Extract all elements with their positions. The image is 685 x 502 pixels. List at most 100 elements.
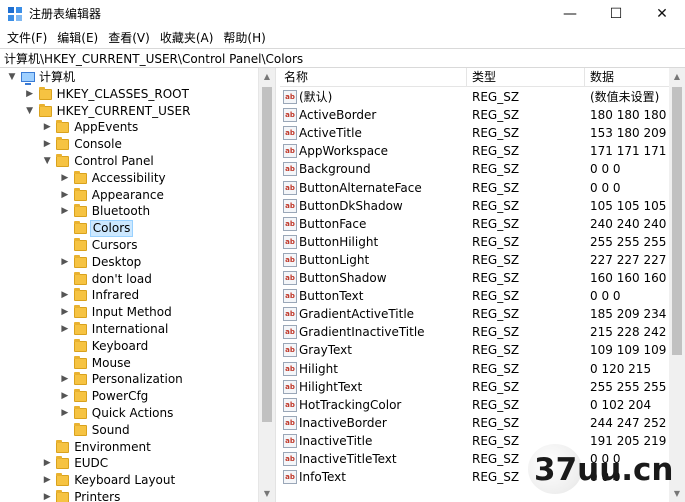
chevron-down-icon[interactable]: ▼ [24, 103, 36, 120]
chevron-down-icon[interactable]: ▼ [6, 69, 18, 86]
tree-item[interactable]: ▶ AppEvents [0, 119, 258, 136]
chevron-right-icon[interactable]: ▶ [59, 203, 71, 220]
value-row[interactable]: ab ButtonFace REG_SZ 240 240 240 [280, 215, 669, 233]
chevron-right-icon[interactable]: ▶ [59, 321, 71, 338]
value-row[interactable]: ab ButtonDkShadow REG_SZ 105 105 105 [280, 197, 669, 215]
value-row[interactable]: ab HilightText REG_SZ 255 255 255 [280, 378, 669, 396]
chevron-right-icon[interactable]: ▶ [59, 287, 71, 304]
chevron-right-icon[interactable]: ▶ [59, 405, 71, 422]
tree-item[interactable]: Cursors [0, 237, 258, 254]
value-row[interactable]: ab ButtonAlternateFace REG_SZ 0 0 0 [280, 179, 669, 197]
tree-item[interactable]: ▶ International [0, 321, 258, 338]
chevron-right-icon[interactable]: ▶ [41, 489, 53, 502]
menu-edit[interactable]: 编辑(E) [52, 28, 103, 48]
chevron-right-icon[interactable]: ▶ [59, 371, 71, 388]
tree-item[interactable]: ▶ Appearance [0, 187, 258, 204]
tree-item-label: HKEY_CURRENT_USER [56, 103, 191, 118]
scroll-up-icon[interactable]: ▲ [259, 68, 275, 85]
tree-item[interactable]: ▶ EUDC [0, 455, 258, 472]
tree-item[interactable]: ▶ Accessibility [0, 170, 258, 187]
chevron-right-icon[interactable]: ▶ [41, 455, 53, 472]
tree-item[interactable]: don't load [0, 271, 258, 288]
value-row[interactable]: ab GradientInactiveTitle REG_SZ 215 228 242 [280, 323, 669, 341]
tree-scrollbar[interactable]: ▲ ▼ [258, 68, 275, 502]
value-row[interactable]: ab GradientActiveTitle REG_SZ 185 209 234 [280, 305, 669, 323]
tree-item[interactable]: ▼ 计算机 [0, 69, 258, 86]
tree-item[interactable]: ▶ Console [0, 136, 258, 153]
minimize-button[interactable]: — [547, 0, 593, 28]
maximize-button[interactable]: ☐ [593, 0, 639, 28]
address-path[interactable]: 计算机\HKEY_CURRENT_USER\Control Panel\Colo… [4, 51, 303, 67]
value-data: 160 160 160 [590, 271, 667, 285]
value-type: REG_SZ [472, 90, 520, 104]
value-type: REG_SZ [472, 216, 520, 231]
menu-favorites[interactable]: 收藏夹(A) [155, 28, 219, 48]
column-divider[interactable] [466, 68, 467, 87]
tree-item[interactable]: ▶ Keyboard Layout [0, 472, 258, 489]
tree-item[interactable]: ▶ PowerCfg [0, 388, 258, 405]
list-scroll-thumb[interactable] [672, 87, 682, 355]
string-value-icon: ab [283, 126, 297, 141]
value-row[interactable]: ab ButtonText REG_SZ 0 0 0 [280, 287, 669, 305]
registry-tree[interactable]: ▼ 计算机 ▶ HKEY_CLASSES_ROOT ▼ HKEY_CURRENT_USER… [0, 68, 275, 502]
tree-item[interactable]: Colors [0, 220, 258, 238]
string-value-icon: ab [283, 415, 297, 430]
tree-item[interactable]: ▼ Control Panel [0, 153, 258, 170]
chevron-right-icon[interactable]: ▶ [41, 119, 53, 136]
folder-icon [73, 288, 87, 302]
tree-item[interactable]: ▶ HKEY_CLASSES_ROOT [0, 86, 258, 103]
tree-item[interactable]: Sound [0, 422, 258, 439]
tree-item-label: 计算机 [39, 70, 76, 84]
close-button[interactable]: ✕ [639, 0, 685, 28]
tree-scroll-thumb[interactable] [262, 87, 272, 422]
chevron-right-icon[interactable]: ▶ [59, 388, 71, 405]
tree-item-label: Cursors [91, 238, 138, 252]
value-row[interactable]: ab Background REG_SZ 0 0 0 [280, 160, 669, 178]
value-row[interactable]: ab ActiveBorder REG_SZ 180 180 180 [280, 106, 669, 124]
value-row[interactable]: ab GrayText REG_SZ 109 109 109 [280, 341, 669, 359]
column-divider[interactable] [584, 68, 585, 87]
chevron-right-icon[interactable]: ▶ [41, 136, 53, 153]
menu-help[interactable]: 帮助(H) [218, 28, 270, 48]
column-type[interactable]: 类型 [472, 68, 496, 87]
scroll-up-icon[interactable]: ▲ [669, 68, 685, 85]
column-data[interactable]: 数据 [590, 68, 614, 87]
tree-item[interactable]: Environment [0, 439, 258, 456]
tree-item[interactable]: ▶ Input Method [0, 304, 258, 321]
value-row[interactable]: ab ButtonShadow REG_SZ 160 160 160 [280, 269, 669, 287]
tree-item[interactable]: Mouse [0, 355, 258, 372]
chevron-right-icon[interactable]: ▶ [24, 86, 36, 103]
values-list[interactable]: 名称 类型 数据 ab (默认) REG_SZ (数值未设置) ab ActiveBord… [280, 68, 669, 502]
column-name[interactable]: 名称 [284, 68, 308, 87]
chevron-right-icon[interactable]: ▶ [59, 254, 71, 271]
tree-item[interactable]: ▶ Desktop [0, 254, 258, 271]
tree-item[interactable]: ▶ Quick Actions [0, 405, 258, 422]
tree-item[interactable]: ▶ Bluetooth [0, 203, 258, 220]
tree-item[interactable]: ▼ HKEY_CURRENT_USER [0, 103, 258, 120]
chevron-right-icon[interactable]: ▶ [59, 170, 71, 187]
tree-item[interactable]: ▶ Infrared [0, 287, 258, 304]
chevron-down-icon[interactable]: ▼ [41, 153, 53, 170]
menu-view[interactable]: 查看(V) [103, 28, 155, 48]
menu-file[interactable]: 文件(F) [2, 28, 52, 48]
chevron-right-icon[interactable]: ▶ [41, 472, 53, 489]
value-row[interactable]: ab Hilight REG_SZ 0 120 215 [280, 360, 669, 378]
list-scrollbar[interactable]: ▲ ▼ [669, 68, 685, 502]
value-row[interactable]: ab ButtonHilight REG_SZ 255 255 255 [280, 233, 669, 251]
tree-item[interactable]: ▶ Printers [0, 489, 258, 502]
tree-item-label: Control Panel [74, 154, 154, 168]
value-row[interactable]: ab ButtonLight REG_SZ 227 227 227 [280, 251, 669, 269]
value-row[interactable]: ab InactiveBorder REG_SZ 244 247 252 [280, 414, 669, 432]
value-row[interactable]: ab HotTrackingColor REG_SZ 0 102 204 [280, 396, 669, 414]
chevron-right-icon[interactable]: ▶ [59, 187, 71, 204]
chevron-right-icon[interactable]: ▶ [59, 304, 71, 321]
value-row[interactable]: ab ActiveTitle REG_SZ 153 180 209 [280, 124, 669, 142]
tree-item[interactable]: ▶ Personalization [0, 371, 258, 388]
value-type: REG_SZ [472, 198, 520, 213]
tree-item[interactable]: Keyboard [0, 338, 258, 355]
address-bar[interactable]: 计算机\HKEY_CURRENT_USER\Control Panel\Colo… [0, 48, 685, 68]
value-row[interactable]: ab (默认) REG_SZ (数值未设置) [280, 88, 669, 106]
value-row[interactable]: ab AppWorkspace REG_SZ 171 171 171 [280, 142, 669, 160]
scroll-down-icon[interactable]: ▼ [259, 485, 275, 502]
